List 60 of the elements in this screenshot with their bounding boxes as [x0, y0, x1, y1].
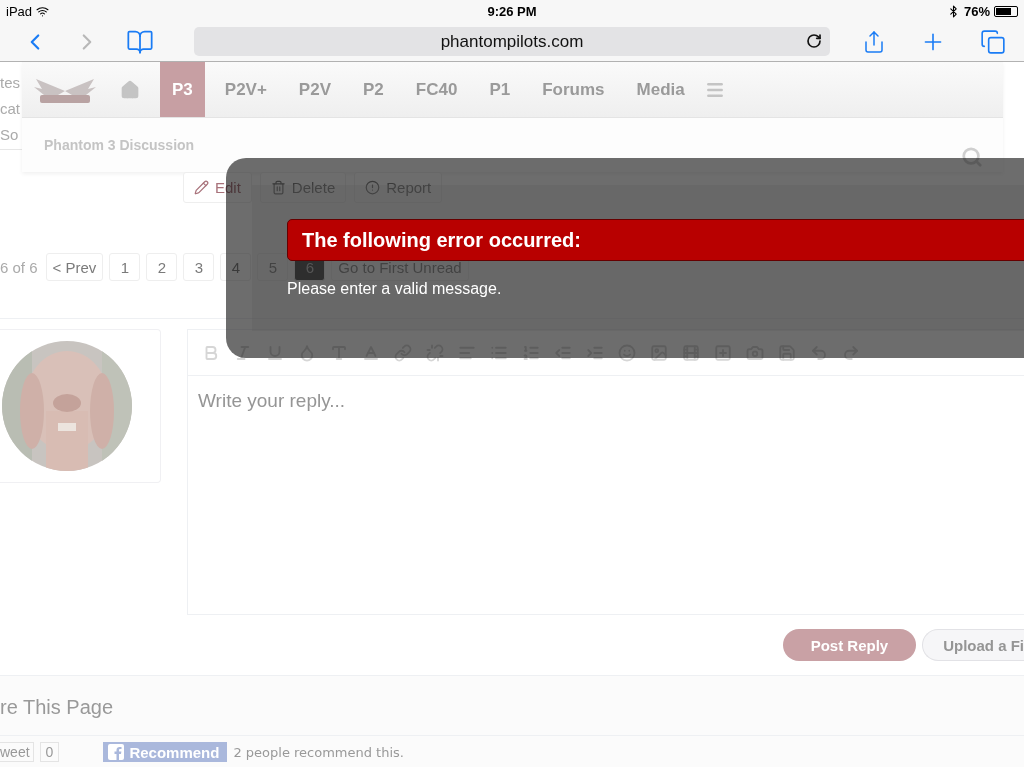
recommend-count: 2 people recommend this. [233, 744, 404, 760]
error-title: The following error occurred: [287, 219, 1024, 261]
droplet-icon[interactable] [298, 343, 316, 362]
sidebar-text: cat [0, 100, 21, 117]
share-button[interactable] [862, 29, 886, 54]
nav-tab[interactable]: P2V [286, 62, 343, 117]
nav-tab[interactable]: FC40 [403, 62, 470, 117]
nav-tab[interactable]: P2V+ [212, 62, 279, 117]
nav-tab[interactable]: P3 [160, 62, 205, 117]
section-title: Phantom 3 Discussion [44, 137, 195, 153]
page-count: 6 of 6 [0, 258, 38, 276]
reload-button[interactable] [806, 33, 822, 49]
nav-tab[interactable]: P2 [351, 62, 396, 117]
upload-button[interactable]: Upload a Fi [922, 629, 1024, 661]
underline-icon[interactable] [266, 343, 284, 362]
undo-icon[interactable] [810, 343, 828, 362]
sidebar-text: So [0, 126, 20, 143]
wifi-icon [36, 4, 50, 18]
numbered-list-icon[interactable] [522, 343, 540, 362]
tweet-count: 0 [39, 742, 60, 762]
link-icon[interactable] [394, 343, 412, 362]
tabs-icon [980, 28, 1006, 55]
recommend-button[interactable]: Recommend [103, 742, 228, 762]
nav-tab[interactable]: Forums [530, 62, 617, 117]
unlink-icon[interactable] [426, 343, 444, 362]
share-title: re This Page [0, 696, 114, 718]
smiley-icon[interactable] [618, 343, 636, 362]
search-icon[interactable] [961, 146, 983, 168]
clock: 9:26 PM [487, 3, 537, 19]
tabs-button[interactable] [980, 28, 1006, 55]
post-reply-button[interactable]: Post Reply [782, 629, 917, 661]
battery-percent: 76% [963, 3, 990, 19]
pencil-icon [194, 180, 209, 195]
address-field[interactable]: phantompilots.com [194, 27, 830, 56]
reply-field[interactable]: Write your reply... [187, 376, 1024, 615]
battery-icon [994, 5, 1018, 17]
nav-tab[interactable]: P1 [477, 62, 523, 117]
save-icon[interactable] [778, 343, 796, 362]
sidebar-text: tes [0, 74, 21, 91]
nav-tab[interactable]: Media [624, 62, 697, 117]
device-name: iPad [6, 3, 33, 19]
share-icon [862, 29, 886, 54]
camera-icon[interactable] [746, 343, 764, 362]
error-message: Please enter a valid message. [287, 280, 503, 298]
tweet-link[interactable]: weet [0, 742, 34, 762]
facebook-icon [108, 744, 125, 760]
page-button[interactable]: 3 [183, 253, 215, 281]
page-button[interactable]: 2 [146, 253, 178, 281]
image-icon[interactable] [650, 343, 668, 362]
film-icon[interactable] [682, 343, 700, 362]
text-color-icon[interactable] [362, 343, 380, 362]
page-button[interactable]: 1 [109, 253, 141, 281]
redo-icon[interactable] [842, 343, 860, 362]
text-size-icon[interactable] [330, 343, 348, 362]
alert-icon [365, 180, 381, 195]
italic-icon[interactable] [234, 343, 252, 362]
trash-icon [270, 180, 286, 195]
plus-square-icon[interactable] [714, 343, 732, 362]
reload-icon [806, 33, 822, 49]
prev-button[interactable]: < Prev [45, 253, 104, 281]
